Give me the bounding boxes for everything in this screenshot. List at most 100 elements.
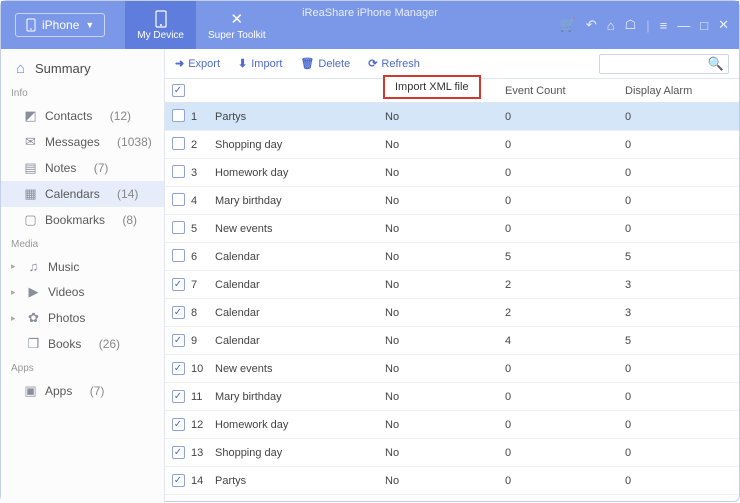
back-icon[interactable]: ↶ xyxy=(586,17,597,33)
table-row[interactable]: 12Homework dayNo00 xyxy=(165,411,739,439)
sidebar-music[interactable]: ▸♫Music xyxy=(1,254,164,279)
row-displayalarm: 0 xyxy=(625,447,739,459)
row-displayalarm: 0 xyxy=(625,223,739,235)
search-icon: 🔍 xyxy=(708,56,724,72)
tab-my-device[interactable]: My Device xyxy=(125,1,196,49)
row-number: 13 xyxy=(191,447,215,459)
row-checkbox[interactable] xyxy=(172,221,185,234)
row-eventcount: 4 xyxy=(505,335,625,347)
close-icon[interactable]: ✕ xyxy=(718,17,729,33)
sidebar-books[interactable]: ❒Books (26) xyxy=(1,331,164,357)
row-eventcount: 0 xyxy=(505,363,625,375)
row-checkbox[interactable] xyxy=(172,418,185,431)
sidebar-contacts[interactable]: ◩Contacts (12) xyxy=(1,103,164,129)
row-name: New events xyxy=(215,223,385,235)
table-row[interactable]: 13Shopping dayNo00 xyxy=(165,439,739,467)
home-icon: ⌂ xyxy=(13,60,28,77)
table-row[interactable]: 7CalendarNo23 xyxy=(165,271,739,299)
row-eventcount: 2 xyxy=(505,307,625,319)
col-displayalarm-header[interactable]: Display Alarm xyxy=(625,85,739,97)
row-readonly: No xyxy=(385,251,505,263)
table-row[interactable]: 10New eventsNo00 xyxy=(165,355,739,383)
tool-label: Import xyxy=(251,58,282,70)
row-eventcount: 0 xyxy=(505,447,625,459)
table-row[interactable]: 5New eventsNo00 xyxy=(165,215,739,243)
row-name: Partys xyxy=(215,475,385,487)
row-checkbox[interactable] xyxy=(172,278,185,291)
expand-icon: ▸ xyxy=(11,261,19,272)
row-checkbox[interactable] xyxy=(172,249,185,262)
row-eventcount: 2 xyxy=(505,279,625,291)
row-checkbox[interactable] xyxy=(172,165,185,178)
row-checkbox[interactable] xyxy=(172,193,185,206)
col-name-header[interactable]: Name xyxy=(191,85,215,97)
col-eventcount-header[interactable]: Event Count xyxy=(505,85,625,97)
row-eventcount: 0 xyxy=(505,167,625,179)
sidebar-bookmarks[interactable]: ▢Bookmarks (8) xyxy=(1,207,164,233)
delete-icon: 🗑 xyxy=(300,57,314,70)
tool-label: Export xyxy=(188,58,220,70)
message-icon: ✉ xyxy=(23,134,38,150)
row-displayalarm: 0 xyxy=(625,167,739,179)
sidebar-count: (8) xyxy=(122,213,137,227)
app-title: iReaShare iPhone Manager xyxy=(302,7,438,19)
row-readonly: No xyxy=(385,167,505,179)
delete-button[interactable]: 🗑Delete xyxy=(300,57,350,70)
search-input[interactable]: 🔍 xyxy=(599,54,729,74)
row-checkbox[interactable] xyxy=(172,334,185,347)
row-checkbox[interactable] xyxy=(172,137,185,150)
row-checkbox[interactable] xyxy=(172,446,185,459)
device-selector[interactable]: iPhone ▼ xyxy=(15,13,105,37)
table-row[interactable]: 11Mary birthdayNo00 xyxy=(165,383,739,411)
table-row[interactable]: 1PartysNo00 xyxy=(165,103,739,131)
minimize-icon[interactable]: — xyxy=(677,18,690,33)
sidebar-messages[interactable]: ✉Messages (1038) xyxy=(1,129,164,155)
tab-super-toolkit[interactable]: ✕ Super Toolkit xyxy=(196,1,278,49)
row-number: 3 xyxy=(191,167,215,179)
sidebar-count: (7) xyxy=(90,384,105,398)
refresh-button[interactable]: ⟳Refresh xyxy=(368,57,420,70)
row-checkbox[interactable] xyxy=(172,362,185,375)
row-displayalarm: 3 xyxy=(625,279,739,291)
table-row[interactable]: 14PartysNo00 xyxy=(165,467,739,495)
row-checkbox[interactable] xyxy=(172,474,185,487)
sidebar-calendars[interactable]: ▦Calendars (14) xyxy=(1,181,164,207)
select-all-checkbox[interactable] xyxy=(172,84,185,97)
sidebar-notes[interactable]: ▤Notes (7) xyxy=(1,155,164,181)
table-row[interactable]: 4Mary birthdayNo00 xyxy=(165,187,739,215)
phone-icon xyxy=(155,10,167,28)
sidebar-photos[interactable]: ▸✿Photos xyxy=(1,305,164,331)
feedback-icon[interactable]: ☖ xyxy=(625,17,637,33)
sidebar-label: Photos xyxy=(48,311,85,325)
sidebar-videos[interactable]: ▸▶Videos xyxy=(1,279,164,305)
row-number: 1 xyxy=(191,111,215,123)
row-checkbox[interactable] xyxy=(172,306,185,319)
sidebar-label: Books xyxy=(48,337,81,351)
row-eventcount: 5 xyxy=(505,251,625,263)
export-button[interactable]: ➜Export xyxy=(175,57,220,70)
content-area: ➜Export ⬇Import 🗑Delete ⟳Refresh 🔍 Impor… xyxy=(165,49,739,503)
cart-icon[interactable]: 🛒 xyxy=(560,17,576,33)
maximize-icon[interactable]: □ xyxy=(700,18,708,33)
table-row[interactable]: 3Homework dayNo00 xyxy=(165,159,739,187)
row-checkbox[interactable] xyxy=(172,390,185,403)
row-readonly: No xyxy=(385,391,505,403)
book-icon: ❒ xyxy=(26,336,41,352)
table-row[interactable]: 9CalendarNo45 xyxy=(165,327,739,355)
sidebar-label: Music xyxy=(48,260,79,274)
table-row[interactable]: 6CalendarNo55 xyxy=(165,243,739,271)
row-displayalarm: 5 xyxy=(625,335,739,347)
import-button[interactable]: ⬇Import xyxy=(238,57,282,70)
row-readonly: No xyxy=(385,335,505,347)
table-row[interactable]: 8CalendarNo23 xyxy=(165,299,739,327)
menu-icon[interactable]: ≡ xyxy=(660,18,668,33)
home-icon[interactable]: ⌂ xyxy=(607,18,615,33)
row-checkbox[interactable] xyxy=(172,109,185,122)
row-number: 10 xyxy=(191,363,215,375)
table-row[interactable]: 2Shopping dayNo00 xyxy=(165,131,739,159)
sidebar-apps[interactable]: ▣Apps (7) xyxy=(1,378,164,404)
row-name: Partys xyxy=(215,111,385,123)
row-number: 14 xyxy=(191,475,215,487)
import-xml-menuitem[interactable]: Import XML file xyxy=(383,75,481,99)
sidebar-summary[interactable]: ⌂ Summary xyxy=(1,55,164,82)
